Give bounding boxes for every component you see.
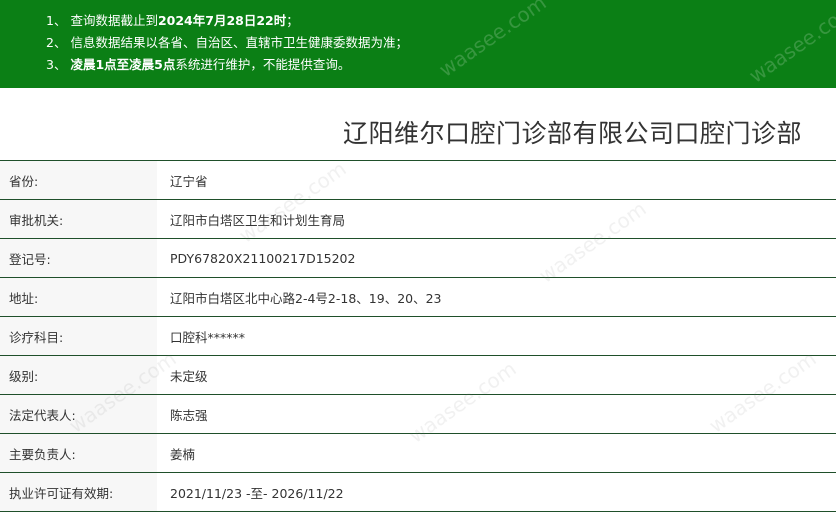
field-label: 主要负责人: (0, 433, 157, 473)
table-row: 地址: 辽阳市白塔区北中心路2-4号2-18、19、20、23 (0, 277, 836, 317)
field-value: 未定级 (157, 355, 836, 395)
field-value: 辽阳市白塔区卫生和计划生育局 (157, 199, 836, 239)
table-row: 级别: 未定级 (0, 355, 836, 395)
field-label: 法定代表人: (0, 394, 157, 434)
info-table: 省份: 辽宁省 审批机关: 辽阳市白塔区卫生和计划生育局 登记号: PDY678… (0, 160, 836, 512)
field-label: 级别: (0, 355, 157, 395)
notice-line-2: 2、 信息数据结果以各省、自治区、直辖市卫生健康委数据为准； (46, 35, 408, 50)
table-row: 主要负责人: 姜楠 (0, 433, 836, 473)
notice-line-1: 1、 查询数据截止到2024年7月28日22时； (46, 13, 299, 28)
table-row: 登记号: PDY67820X21100217D15202 (0, 238, 836, 278)
field-label: 登记号: (0, 238, 157, 278)
table-row: 法定代表人: 陈志强 (0, 394, 836, 434)
table-row: 执业许可证有效期: 2021/11/23 -至- 2026/11/22 (0, 472, 836, 512)
table-row: 省份: 辽宁省 (0, 160, 836, 200)
page-title: 辽阳维尔口腔门诊部有限公司口腔门诊部 (342, 119, 802, 148)
table-row: 审批机关: 辽阳市白塔区卫生和计划生育局 (0, 199, 836, 239)
field-label: 执业许可证有效期: (0, 472, 157, 512)
field-value: 姜楠 (157, 433, 836, 473)
table-row: 诊疗科目: 口腔科****** (0, 316, 836, 356)
field-label: 诊疗科目: (0, 316, 157, 356)
field-label: 审批机关: (0, 199, 157, 239)
field-value: 陈志强 (157, 394, 836, 434)
notice-banner: 1、 查询数据截止到2024年7月28日22时； 2、 信息数据结果以各省、自治区、… (0, 0, 836, 88)
field-value: 辽阳市白塔区北中心路2-4号2-18、19、20、23 (157, 277, 836, 317)
notice-line-3: 3、 凌晨1点至凌晨5点系统进行维护，不能提供查询。 (46, 57, 351, 72)
field-value: 辽宁省 (157, 160, 836, 200)
field-label: 省份: (0, 160, 157, 200)
field-value: 口腔科****** (157, 316, 836, 356)
field-value: 2021/11/23 -至- 2026/11/22 (157, 472, 836, 512)
field-value: PDY67820X21100217D15202 (157, 238, 836, 278)
field-label: 地址: (0, 277, 157, 317)
